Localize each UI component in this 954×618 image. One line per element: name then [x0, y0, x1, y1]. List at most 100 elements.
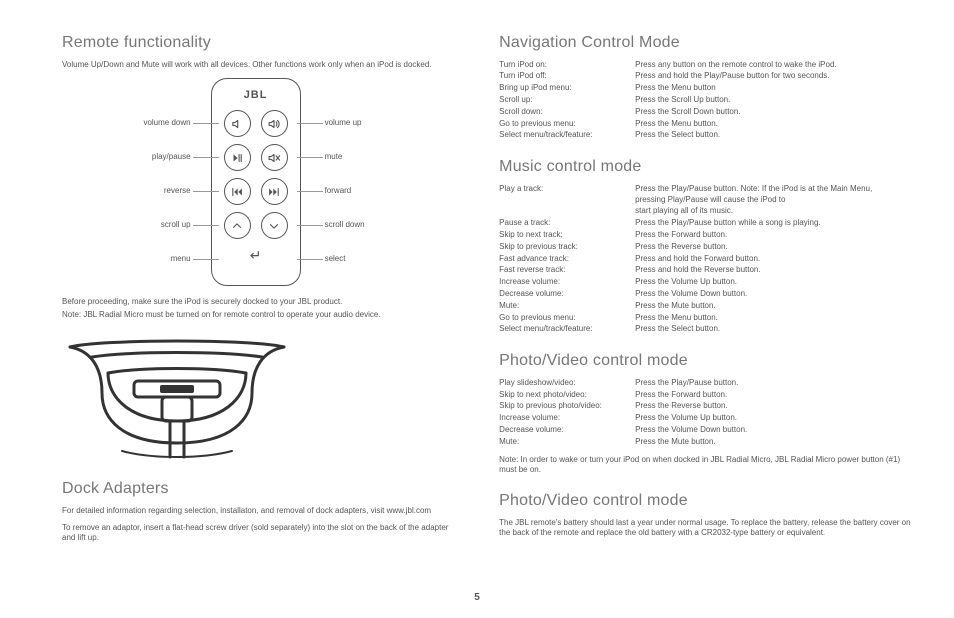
- table-key: Decrease volume:: [499, 289, 635, 301]
- table-value: Press and hold the Reverse button.: [635, 265, 909, 277]
- table-key: Pause a track:: [499, 218, 635, 230]
- dock-adapters-p1: For detailed information regarding selec…: [62, 506, 455, 517]
- chevron-down-icon: [267, 219, 281, 233]
- table-row: Bring up iPod menu:Press the Menu button: [499, 83, 909, 95]
- table-row: Increase volume:Press the Volume Up butt…: [499, 277, 909, 289]
- table-key: Fast advance track:: [499, 254, 635, 266]
- remote-diagram: JBL: [79, 78, 439, 293]
- table-row: Increase volume:Press the Volume Up butt…: [499, 413, 909, 425]
- remote-intro-text: Volume Up/Down and Mute will work with a…: [62, 60, 455, 71]
- music-mode-table: Play a track:Press the Play/Pause button…: [499, 184, 909, 336]
- label-scroll-up: scroll up: [121, 220, 191, 231]
- table-value: Press the Volume Down button.: [635, 425, 909, 437]
- table-row: Mute:Press the Mute button.: [499, 437, 909, 449]
- table-value: Press the Menu button.: [635, 119, 909, 131]
- table-key: Fast reverse track:: [499, 265, 635, 277]
- table-value: Press any button on the remote control t…: [635, 60, 909, 72]
- table-value: Press and hold the Play/Pause button for…: [635, 71, 909, 83]
- chevron-up-icon: [230, 219, 244, 233]
- photo-video-mode-table: Play slideshow/video:Press the Play/Paus…: [499, 378, 909, 449]
- battery-text: The JBL remote's battery should last a y…: [499, 518, 912, 540]
- table-key: Skip to next photo/video:: [499, 390, 635, 402]
- navigation-mode-table: Turn iPod on:Press any button on the rem…: [499, 60, 909, 143]
- label-play-pause: play/pause: [121, 152, 191, 163]
- table-key: Play a track:: [499, 184, 635, 207]
- table-row: Pause a track:Press the Play/Pause butto…: [499, 218, 909, 230]
- volume-down-icon: [230, 117, 244, 131]
- table-row: Scroll down:Press the Scroll Down button…: [499, 107, 909, 119]
- dock-adapters-heading: Dock Adapters: [62, 478, 455, 500]
- table-key: Skip to previous track:: [499, 242, 635, 254]
- table-value: Press the Scroll Down button.: [635, 107, 909, 119]
- table-row: Select menu/track/feature:Press the Sele…: [499, 130, 909, 142]
- table-key: Decrease volume:: [499, 425, 635, 437]
- scroll-down-button: [261, 212, 288, 239]
- table-key: Skip to previous photo/video:: [499, 401, 635, 413]
- photo-video-mode-heading: Photo/Video control mode: [499, 350, 912, 372]
- table-row: Turn iPod off:Press and hold the Play/Pa…: [499, 71, 909, 83]
- table-row: Fast reverse track:Press and hold the Re…: [499, 265, 909, 277]
- reverse-button: [224, 178, 251, 205]
- table-key: Mute:: [499, 301, 635, 313]
- table-row: Play a track:Press the Play/Pause button…: [499, 184, 909, 207]
- table-row: Go to previous menu:Press the Menu butto…: [499, 119, 909, 131]
- table-value: Press the Play/Pause button while a song…: [635, 218, 909, 230]
- table-value: Press the Menu button: [635, 83, 909, 95]
- battery-heading: Photo/Video control mode: [499, 490, 912, 512]
- forward-button: [261, 178, 288, 205]
- scroll-up-button: [224, 212, 251, 239]
- table-key: Select menu/track/feature:: [499, 324, 635, 336]
- table-row: Skip to previous track:Press the Reverse…: [499, 242, 909, 254]
- table-key: Go to previous menu:: [499, 119, 635, 131]
- table-row: Skip to next photo/video:Press the Forwa…: [499, 390, 909, 402]
- table-row: Go to previous menu:Press the Menu butto…: [499, 313, 909, 325]
- dock-illustration: [62, 339, 455, 464]
- table-row: Scroll up:Press the Scroll Up button.: [499, 95, 909, 107]
- table-row: Play slideshow/video:Press the Play/Paus…: [499, 378, 909, 390]
- table-value: Press the Volume Down button.: [635, 289, 909, 301]
- table-value: Press the Volume Up button.: [635, 277, 909, 289]
- reverse-icon: [230, 185, 244, 199]
- before-proceeding-note-1: Before proceeding, make sure the iPod is…: [62, 297, 455, 308]
- table-value: Press the Play/Pause button.: [635, 378, 909, 390]
- table-row: start playing all of its music.: [499, 206, 909, 218]
- volume-up-icon: [267, 117, 281, 131]
- jbl-logo: JBL: [212, 88, 300, 103]
- table-key: Increase volume:: [499, 413, 635, 425]
- table-value: Press the Mute button.: [635, 437, 909, 449]
- table-value: Press the Scroll Up button.: [635, 95, 909, 107]
- dock-adapters-p2: To remove an adaptor, insert a flat-head…: [62, 523, 455, 545]
- table-value: Press the Reverse button.: [635, 401, 909, 413]
- table-value: Press the Select button.: [635, 130, 909, 142]
- table-value: Press and hold the Forward button.: [635, 254, 909, 266]
- play-pause-icon: [230, 151, 244, 165]
- table-row: Decrease volume:Press the Volume Down bu…: [499, 289, 909, 301]
- table-key: Bring up iPod menu:: [499, 83, 635, 95]
- page-number: 5: [0, 591, 954, 605]
- table-key: Turn iPod off:: [499, 71, 635, 83]
- forward-icon: [267, 185, 281, 199]
- left-column: Remote functionality Volume Up/Down and …: [62, 32, 455, 598]
- table-value: Press the Forward button.: [635, 230, 909, 242]
- remote-outline: JBL: [211, 78, 301, 286]
- table-key: Skip to next track:: [499, 230, 635, 242]
- table-value: Press the Select button.: [635, 324, 909, 336]
- right-column: Navigation Control Mode Turn iPod on:Pre…: [499, 32, 912, 598]
- music-mode-heading: Music control mode: [499, 156, 912, 178]
- table-row: Decrease volume:Press the Volume Down bu…: [499, 425, 909, 437]
- table-key: Go to previous menu:: [499, 313, 635, 325]
- label-menu: menu: [121, 254, 191, 265]
- table-row: Turn iPod on:Press any button on the rem…: [499, 60, 909, 72]
- table-key: Scroll down:: [499, 107, 635, 119]
- table-row: Skip to previous photo/video:Press the R…: [499, 401, 909, 413]
- table-key: Mute:: [499, 437, 635, 449]
- table-row: Skip to next track:Press the Forward but…: [499, 230, 909, 242]
- table-value: Press the Reverse button.: [635, 242, 909, 254]
- dock-line-art: [62, 339, 292, 461]
- table-key: [499, 206, 635, 218]
- table-value: Press the Forward button.: [635, 390, 909, 402]
- table-value: Press the Mute button.: [635, 301, 909, 313]
- label-volume-down: volume down: [121, 118, 191, 129]
- label-scroll-down: scroll down: [325, 220, 395, 231]
- table-key: Increase volume:: [499, 277, 635, 289]
